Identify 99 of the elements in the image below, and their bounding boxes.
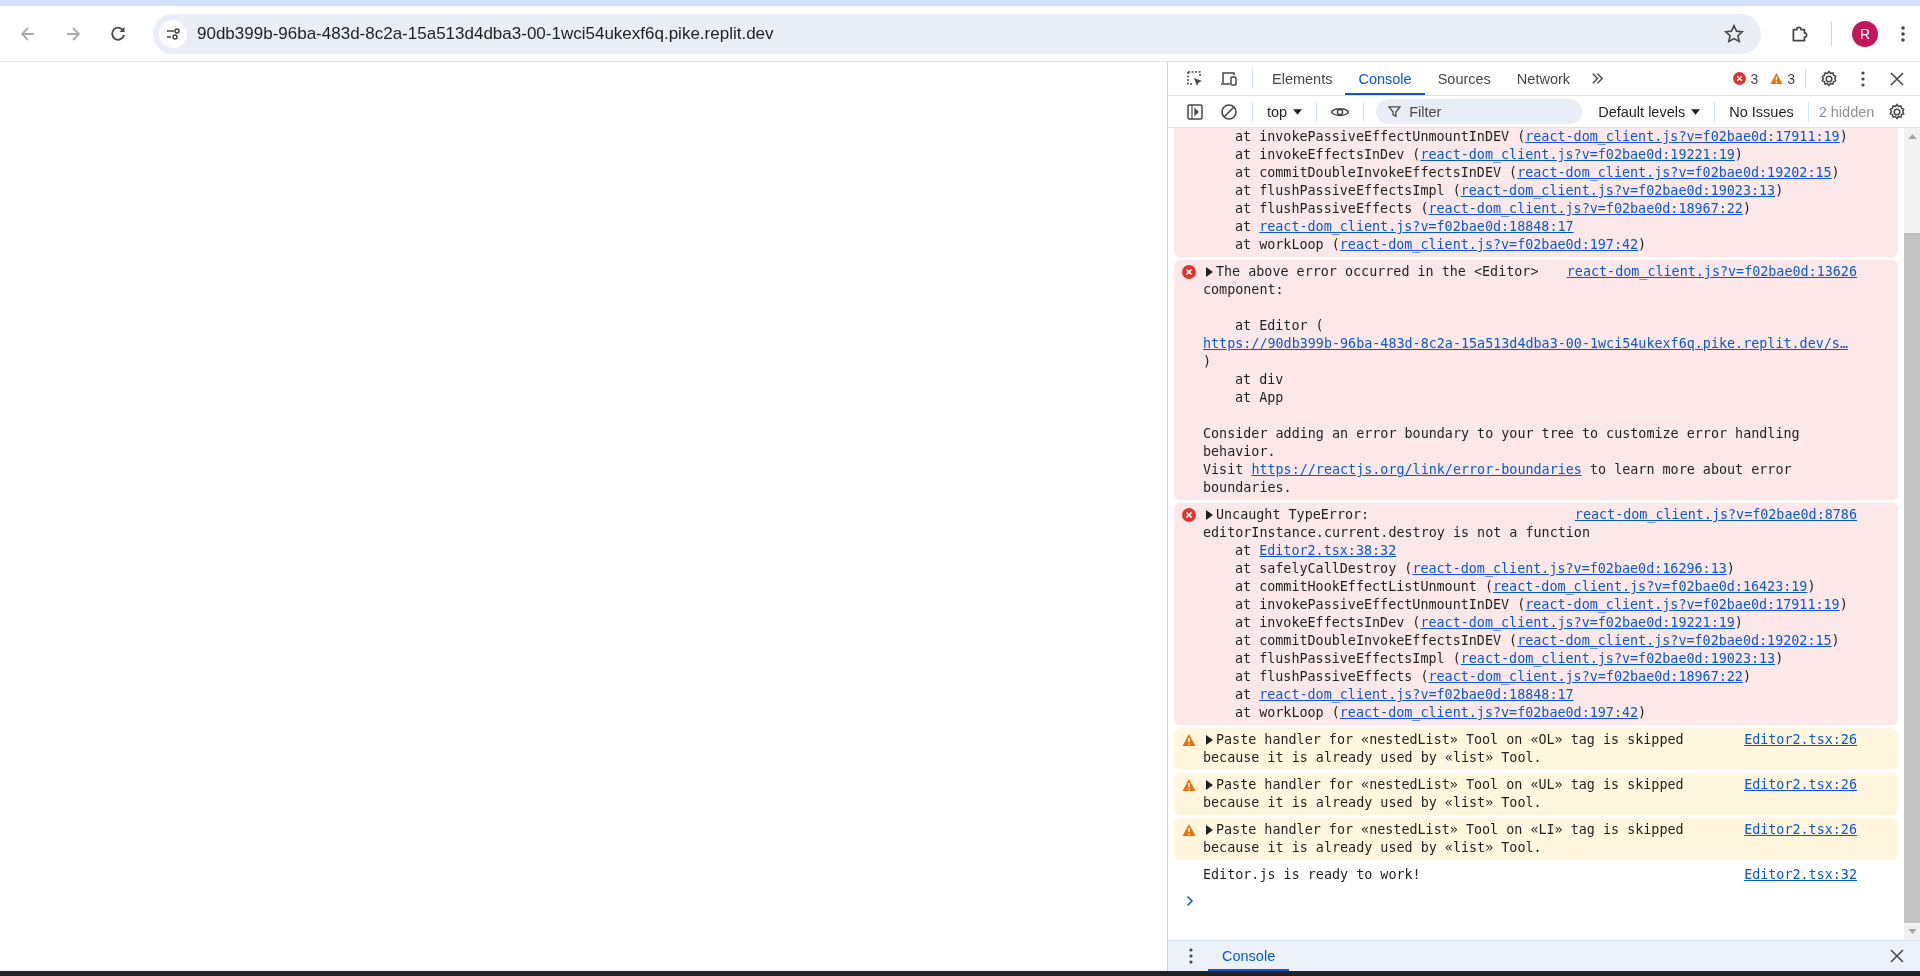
- expand-triangle-icon[interactable]: [1205, 780, 1213, 790]
- message-text: The above error occurred in the <Editor>: [1216, 263, 1539, 281]
- stack-link[interactable]: react-dom_client.js?v=f02bae0d:18967:22: [1428, 669, 1743, 684]
- stack-frame: at flushPassiveEffects (react-dom_client.js?v=f02bae0d:18967:22): [1203, 668, 1857, 686]
- issues-button[interactable]: No Issues: [1721, 98, 1802, 125]
- warning-count[interactable]: 3: [1787, 70, 1795, 87]
- settings-icon[interactable]: [1819, 68, 1839, 89]
- stack-frame: at commitHookEffectListUnmount (react-dom_client.js?v=f02bae0d:16423:19): [1203, 578, 1857, 596]
- source-link[interactable]: react-dom_client.js?v=f02bae0d:13626: [1566, 263, 1857, 281]
- context-dropdown[interactable]: top: [1259, 98, 1311, 125]
- scrollbar[interactable]: [1904, 128, 1920, 940]
- stack-link[interactable]: react-dom_client.js?v=f02bae0d:17911:19: [1525, 129, 1840, 144]
- warning-icon: [1181, 823, 1196, 837]
- source-link[interactable]: react-dom_client.js?v=f02bae0d:8786: [1574, 506, 1857, 524]
- stack-link[interactable]: https://90db399b-96ba-483d-8c2a-15a513d4dba3-00-1wci54ukexf6q.pike.replit.dev/s…: [1203, 336, 1848, 351]
- message-text: Editor.js is ready to work!: [1203, 866, 1421, 884]
- address-bar[interactable]: 90db399b-96ba-483d-8c2a-15a513d4dba3-00-1wci54ukexf6q.pike.replit.dev: [153, 13, 1761, 54]
- filter-icon: [1388, 105, 1402, 118]
- stack-link[interactable]: react-dom_client.js?v=f02bae0d:19202:15: [1517, 165, 1832, 180]
- prompt-chevron-icon[interactable]: [1186, 895, 1194, 907]
- more-tabs-icon[interactable]: [1590, 71, 1606, 86]
- message-text: because it is already used by «list» Tool.: [1203, 839, 1543, 857]
- stack-link[interactable]: react-dom_client.js?v=f02bae0d:18967:22: [1428, 201, 1743, 216]
- stack-frame: at react-dom_client.js?v=f02bae0d:18848:17: [1203, 686, 1857, 704]
- stack-link[interactable]: react-dom_client.js?v=f02bae0d:19202:15: [1517, 633, 1832, 648]
- source-link[interactable]: Editor2.tsx:32: [1744, 866, 1857, 884]
- panel-tab[interactable]: Elements: [1259, 62, 1346, 95]
- expand-triangle-icon[interactable]: [1205, 510, 1213, 520]
- stack-link[interactable]: react-dom_client.js?v=f02bae0d:197:42: [1339, 705, 1639, 720]
- warning-icon: [1770, 72, 1784, 85]
- site-settings-icon[interactable]: [159, 19, 187, 48]
- log-levels-dropdown[interactable]: Default levels: [1590, 98, 1709, 125]
- stack-frame: at div: [1203, 371, 1857, 389]
- caret-icon: [1293, 108, 1303, 115]
- error-count[interactable]: 3: [1750, 70, 1759, 87]
- stack-frame: at flushPassiveEffectsImpl (react-dom_client.js?v=f02bae0d:19023:13): [1203, 182, 1857, 200]
- stack-frame: at invokeEffectsInDev (react-dom_client.js?v=f02bae0d:19221:19): [1203, 146, 1857, 164]
- warning-icon: [1181, 778, 1196, 792]
- panel-tab[interactable]: Network: [1503, 62, 1584, 95]
- warning-icon: [1181, 733, 1196, 747]
- message-text: because it is already used by «list» Tool.: [1203, 794, 1543, 812]
- stack-link[interactable]: react-dom_client.js?v=f02bae0d:18848:17: [1259, 219, 1574, 234]
- message-text: Paste handler for «nestedList» Tool on «UL» tag is skipped: [1216, 776, 1684, 794]
- error-icon: [1733, 72, 1747, 85]
- stack-link[interactable]: Editor2.tsx:38:32: [1259, 543, 1397, 558]
- stack-frame: at invokePassiveEffectUnmountInDEV (react-dom_client.js?v=f02bae0d:17911:19): [1203, 128, 1857, 146]
- error-icon: [1181, 265, 1196, 279]
- caret-icon: [1691, 108, 1701, 115]
- url-text: 90db399b-96ba-483d-8c2a-15a513d4dba3-00-1wci54ukexf6q.pike.replit.dev: [197, 23, 775, 44]
- stack-link[interactable]: react-dom_client.js?v=f02bae0d:19221:19: [1420, 615, 1735, 630]
- stack-frame: at workLoop (react-dom_client.js?v=f02bae0d:197:42): [1203, 704, 1857, 722]
- menu-icon[interactable]: [1900, 23, 1906, 44]
- stack-link[interactable]: react-dom_client.js?v=f02bae0d:16296:13: [1412, 561, 1727, 576]
- expand-triangle-icon[interactable]: [1205, 267, 1213, 277]
- stack-frame: at workLoop (react-dom_client.js?v=f02bae0d:197:42): [1203, 236, 1857, 254]
- stack-frame: at flushPassiveEffects (react-dom_client.js?v=f02bae0d:18967:22): [1203, 200, 1857, 218]
- expand-triangle-icon[interactable]: [1205, 825, 1213, 835]
- stack-link[interactable]: react-dom_client.js?v=f02bae0d:19023:13: [1460, 651, 1776, 666]
- panel-tab[interactable]: Console: [1345, 62, 1425, 95]
- message-text: editorInstance.current.destroy is not a function: [1203, 524, 1591, 542]
- stack-link[interactable]: react-dom_client.js?v=f02bae0d:17911:19: [1525, 597, 1840, 612]
- stack-link[interactable]: https://reactjs.org/link/error-boundaries: [1251, 462, 1582, 477]
- stack-link[interactable]: react-dom_client.js?v=f02bae0d:197:42: [1339, 237, 1639, 252]
- stack-frame: at App: [1203, 389, 1857, 407]
- message-text: Paste handler for «nestedList» Tool on «OL» tag is skipped: [1216, 731, 1684, 749]
- message-text: Paste handler for «nestedList» Tool on «LI» tag is skipped: [1216, 821, 1684, 839]
- profile-avatar[interactable]: R: [1852, 20, 1878, 47]
- clear-console-icon[interactable]: [1219, 101, 1239, 122]
- source-link[interactable]: Editor2.tsx:26: [1744, 776, 1857, 794]
- stack-link[interactable]: react-dom_client.js?v=f02bae0d:19023:13: [1460, 183, 1776, 198]
- star-icon[interactable]: [1723, 22, 1745, 45]
- hidden-count: 2 hidden: [1818, 103, 1875, 120]
- stack-frame: at Editor2.tsx:38:32: [1203, 542, 1857, 560]
- error-icon: [1181, 508, 1196, 522]
- sidebar-toggle-icon[interactable]: [1185, 101, 1205, 122]
- panel-tab[interactable]: Sources: [1424, 62, 1504, 95]
- console-settings-icon[interactable]: [1887, 101, 1907, 122]
- message-text: component:: [1203, 281, 1285, 299]
- stack-frame: at invokeEffectsInDev (react-dom_client.js?v=f02bae0d:19221:19): [1203, 614, 1857, 632]
- stack-frame: at react-dom_client.js?v=f02bae0d:18848:17: [1203, 218, 1857, 236]
- filter-field[interactable]: Filter: [1376, 99, 1583, 124]
- source-link[interactable]: Editor2.tsx:26: [1744, 821, 1857, 839]
- stack-link[interactable]: react-dom_client.js?v=f02bae0d:16423:19: [1493, 579, 1808, 594]
- message-text: because it is already used by «list» Tool.: [1203, 749, 1543, 767]
- stack-frame: at commitDoubleInvokeEffectsInDEV (react-dom_client.js?v=f02bae0d:19202:15): [1203, 164, 1857, 182]
- message-text: Uncaught TypeError:: [1216, 506, 1370, 524]
- scrollbar-thumb[interactable]: [1904, 233, 1920, 923]
- stack-link[interactable]: react-dom_client.js?v=f02bae0d:18848:17: [1259, 687, 1574, 702]
- stack-frame: at safelyCallDestroy (react-dom_client.js?v=f02bae0d:16296:13): [1203, 560, 1857, 578]
- message-text: ): [1203, 353, 1213, 371]
- stack-frame: at commitDoubleInvokeEffectsInDEV (react-dom_client.js?v=f02bae0d:19202:15): [1203, 632, 1857, 650]
- message-text: Visit https://reactjs.org/link/error-boundaries to learn more about error boundaries.: [1203, 461, 1793, 497]
- source-link[interactable]: Editor2.tsx:26: [1744, 731, 1857, 749]
- stack-frame: at invokePassiveEffectUnmountInDEV (react-dom_client.js?v=f02bae0d:17911:19): [1203, 596, 1857, 614]
- stack-frame: at flushPassiveEffectsImpl (react-dom_client.js?v=f02bae0d:19023:13): [1203, 650, 1857, 668]
- message-text: Consider adding an error boundary to your tree to customize error handling behavior.: [1203, 425, 1801, 461]
- stack-frame: at Editor (: [1203, 299, 1857, 335]
- expand-triangle-icon[interactable]: [1205, 735, 1213, 745]
- stack-link[interactable]: react-dom_client.js?v=f02bae0d:19221:19: [1420, 147, 1735, 162]
